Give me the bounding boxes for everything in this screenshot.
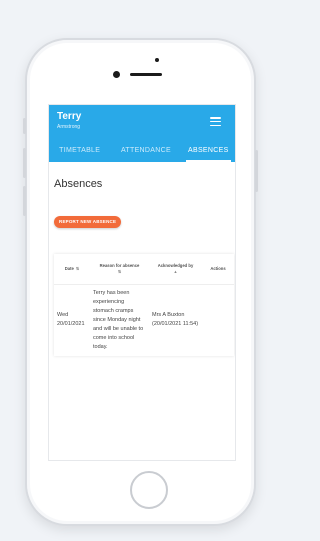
actions-cell bbox=[202, 284, 234, 356]
table-row[interactable]: Wed 20/01/2021 Terry has been experienci… bbox=[54, 284, 234, 356]
phone-volume-up-button bbox=[23, 148, 26, 178]
menu-line bbox=[210, 124, 221, 126]
tab-timetable[interactable]: TIMETABLE bbox=[49, 139, 110, 162]
column-header-label: Actions bbox=[210, 266, 226, 272]
earpiece-speaker bbox=[130, 73, 162, 76]
absence-reason-cell: Terry has been experiencing stomach cram… bbox=[93, 289, 144, 350]
menu-line bbox=[210, 120, 221, 123]
tab-absences[interactable]: ABSENCES bbox=[182, 139, 235, 162]
column-header-acknowledged[interactable]: Acknowledged by ▲ bbox=[149, 254, 202, 285]
student-last-name: Armstrong bbox=[57, 124, 81, 130]
phone-volume-down-button bbox=[23, 186, 26, 216]
absences-table: Date ⇅ Reason for absence ⇅ Acknowledged … bbox=[54, 254, 234, 356]
app-header: Terry Armstrong TIMETABLE ATTENDANCE ABS… bbox=[49, 105, 235, 162]
phone-screen: Terry Armstrong TIMETABLE ATTENDANCE ABS… bbox=[48, 104, 236, 461]
phone-power-button bbox=[255, 150, 258, 192]
menu-line bbox=[210, 117, 221, 119]
absence-date-cell: Wed 20/01/2021 bbox=[57, 312, 85, 327]
sort-icon[interactable]: ⇅ bbox=[92, 269, 147, 274]
absences-content: Absences REPORT NEW ABSENCE Date ⇅ Reason… bbox=[49, 178, 235, 356]
column-header-label: Reason for absence bbox=[99, 263, 140, 269]
hamburger-menu-icon[interactable] bbox=[210, 117, 221, 126]
column-header-label: Date bbox=[64, 266, 74, 272]
phone-mute-switch bbox=[23, 118, 26, 134]
column-header-label: Acknowledged by bbox=[157, 263, 194, 269]
home-button[interactable] bbox=[130, 471, 168, 509]
table-header-row: Date ⇅ Reason for absence ⇅ Acknowledged … bbox=[54, 254, 234, 285]
report-new-absence-button[interactable]: REPORT NEW ABSENCE bbox=[54, 216, 122, 228]
sort-arrow-up-icon[interactable]: ▲ bbox=[151, 269, 200, 274]
student-first-name: Terry bbox=[57, 111, 82, 122]
column-header-actions: Actions bbox=[202, 254, 234, 285]
tab-bar: TIMETABLE ATTENDANCE ABSENCES bbox=[49, 139, 235, 162]
tab-attendance[interactable]: ATTENDANCE bbox=[110, 139, 181, 162]
page-background: Terry Armstrong TIMETABLE ATTENDANCE ABS… bbox=[0, 0, 279, 541]
acknowledged-by-cell: Mrs A Buxton (20/01/2021 11:54) bbox=[152, 312, 199, 327]
front-camera bbox=[113, 71, 120, 78]
sort-icon[interactable]: ⇅ bbox=[76, 266, 79, 271]
phone-mockup: Terry Armstrong TIMETABLE ATTENDANCE ABS… bbox=[23, 38, 258, 526]
column-header-date[interactable]: Date ⇅ bbox=[54, 254, 90, 285]
page-title: Absences bbox=[54, 178, 103, 190]
phone-sensor bbox=[155, 58, 159, 62]
column-header-reason[interactable]: Reason for absence ⇅ bbox=[90, 254, 149, 285]
absences-table-card: Date ⇅ Reason for absence ⇅ Acknowledged … bbox=[54, 254, 234, 356]
